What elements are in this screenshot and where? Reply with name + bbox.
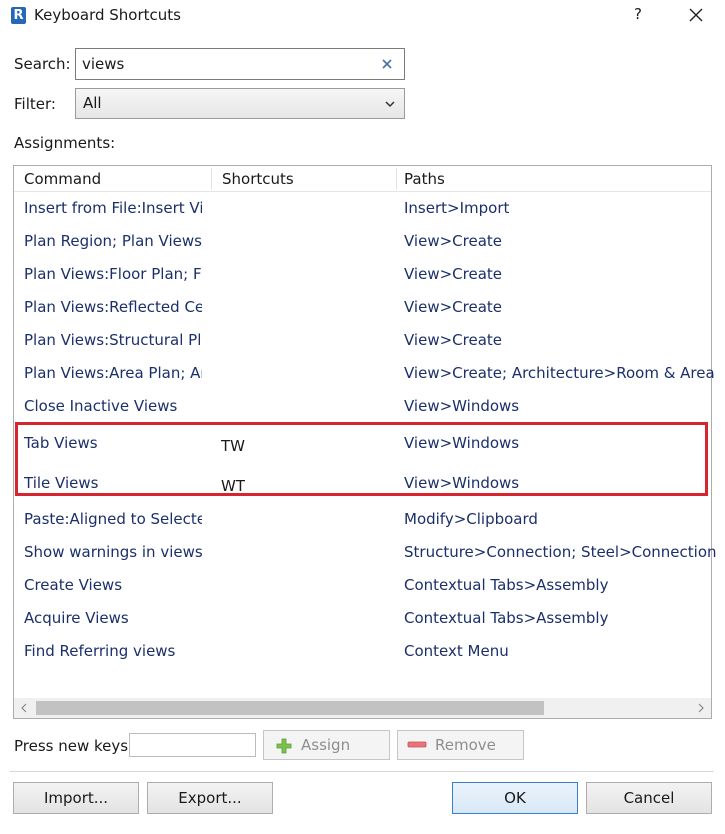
assignments-table: Command Shortcuts Paths Insert from File… — [13, 165, 717, 719]
press-new-keys-label: Press new keys: — [14, 737, 134, 755]
cancel-button[interactable]: Cancel — [586, 782, 712, 814]
chevron-left-icon — [21, 703, 27, 713]
table-row[interactable]: Create Views Contextual Tabs>Assembly — [14, 569, 711, 602]
path-cell: View>Create — [404, 265, 503, 283]
table-row[interactable]: Plan Views:Area Plan; Ar... View>Create; … — [14, 357, 715, 390]
path-cell: View>Create — [404, 331, 503, 349]
table-row[interactable]: Tab Views TW View>Windows — [14, 423, 711, 463]
ok-button[interactable]: OK — [452, 782, 578, 814]
search-clear-button[interactable] — [380, 57, 394, 71]
revit-app-icon: R — [11, 7, 26, 24]
table-row[interactable]: Plan Views:Floor Plan; Fl... View>Create — [14, 258, 711, 291]
filter-dropdown[interactable]: All — [75, 88, 405, 119]
path-cell: Context Menu — [404, 642, 509, 660]
column-header-shortcuts[interactable]: Shortcuts — [212, 166, 402, 192]
import-button[interactable]: Import... — [13, 782, 139, 814]
close-icon — [382, 59, 392, 69]
table-row[interactable]: Tile Views WT View>Windows — [14, 463, 711, 503]
filter-label: Filter: — [14, 95, 56, 113]
close-icon — [689, 8, 703, 22]
command-cell: Show warnings in views — [24, 543, 202, 561]
command-cell: Tile Views — [24, 474, 99, 492]
path-cell: Contextual Tabs>Assembly — [404, 576, 609, 594]
scrollbar-thumb[interactable] — [36, 701, 544, 715]
export-button[interactable]: Export... — [147, 782, 273, 814]
path-cell: View>Windows — [404, 474, 520, 492]
path-cell: View>Create — [404, 298, 503, 316]
table-row[interactable]: Plan Views:Reflected Cei... View>Create — [14, 291, 711, 324]
table-row[interactable]: Plan Region; Plan Views:... View>Create — [14, 225, 711, 258]
minus-icon — [407, 741, 427, 748]
column-header-command[interactable]: Command — [14, 166, 211, 192]
path-cell: View>Windows — [404, 397, 520, 415]
command-cell: Plan Region; Plan Views:... — [24, 232, 202, 250]
command-cell: Plan Views:Structural Pla... — [24, 331, 202, 349]
filter-selected-value: All — [83, 94, 102, 112]
chevron-down-icon — [385, 101, 395, 108]
window-title: Keyboard Shortcuts — [34, 6, 181, 24]
path-cell: View>Create — [404, 232, 503, 250]
command-cell: Plan Views:Reflected Cei... — [24, 298, 202, 316]
horizontal-scrollbar[interactable] — [14, 698, 711, 718]
chevron-right-icon — [698, 703, 704, 713]
path-cell: Insert>Import — [404, 199, 510, 217]
footer-divider — [10, 771, 714, 772]
search-field[interactable] — [75, 48, 405, 80]
title-bar: R Keyboard Shortcuts ? — [0, 0, 725, 34]
assign-button[interactable]: Assign — [263, 730, 390, 760]
command-cell: Acquire Views — [24, 609, 129, 627]
assignments-label: Assignments: — [14, 134, 116, 152]
new-keys-input[interactable] — [129, 733, 256, 757]
table-row[interactable]: Insert from File:Insert Vi... Insert>Impo… — [14, 192, 711, 225]
command-cell: Find Referring views — [24, 642, 176, 660]
scroll-right-button[interactable] — [691, 698, 711, 718]
table-body: Insert from File:Insert Vi... Insert>Impo… — [14, 192, 717, 668]
command-cell: Tab Views — [24, 434, 98, 452]
command-cell: Close Inactive Views — [24, 397, 178, 415]
assign-label: Assign — [301, 736, 351, 754]
column-header-paths[interactable]: Paths — [394, 166, 711, 192]
plus-icon — [276, 738, 292, 754]
close-window-button[interactable] — [685, 4, 707, 26]
path-cell: Contextual Tabs>Assembly — [404, 609, 609, 627]
table-row[interactable]: Show warnings in views Structure>Connecti… — [14, 536, 717, 569]
command-cell: Plan Views:Floor Plan; Fl... — [24, 265, 202, 283]
scroll-left-button[interactable] — [14, 698, 34, 718]
table-row[interactable]: Find Referring views Context Menu — [14, 635, 711, 668]
table-row[interactable]: Plan Views:Structural Pla... View>Create — [14, 324, 711, 357]
remove-label: Remove — [435, 736, 496, 754]
command-cell: Insert from File:Insert Vi... — [24, 199, 202, 217]
table-row[interactable]: Paste:Aligned to Selecte... Modify>Clipbo… — [14, 503, 711, 536]
command-cell: Paste:Aligned to Selecte... — [24, 510, 202, 528]
remove-button[interactable]: Remove — [397, 730, 524, 760]
path-cell: View>Create; Architecture>Room & Area — [404, 364, 715, 382]
path-cell: View>Windows — [404, 434, 520, 452]
command-cell: Create Views — [24, 576, 123, 594]
search-input[interactable] — [82, 54, 372, 74]
table-row[interactable]: Acquire Views Contextual Tabs>Assembly — [14, 602, 711, 635]
help-button[interactable]: ? — [631, 5, 645, 25]
path-cell: Modify>Clipboard — [404, 510, 538, 528]
search-label: Search: — [14, 55, 71, 73]
table-row[interactable]: Close Inactive Views View>Windows — [14, 390, 711, 423]
path-cell: Structure>Connection; Steel>Connection — [404, 543, 717, 561]
table-header: Command Shortcuts Paths — [14, 166, 711, 192]
command-cell: Plan Views:Area Plan; Ar... — [24, 364, 202, 382]
